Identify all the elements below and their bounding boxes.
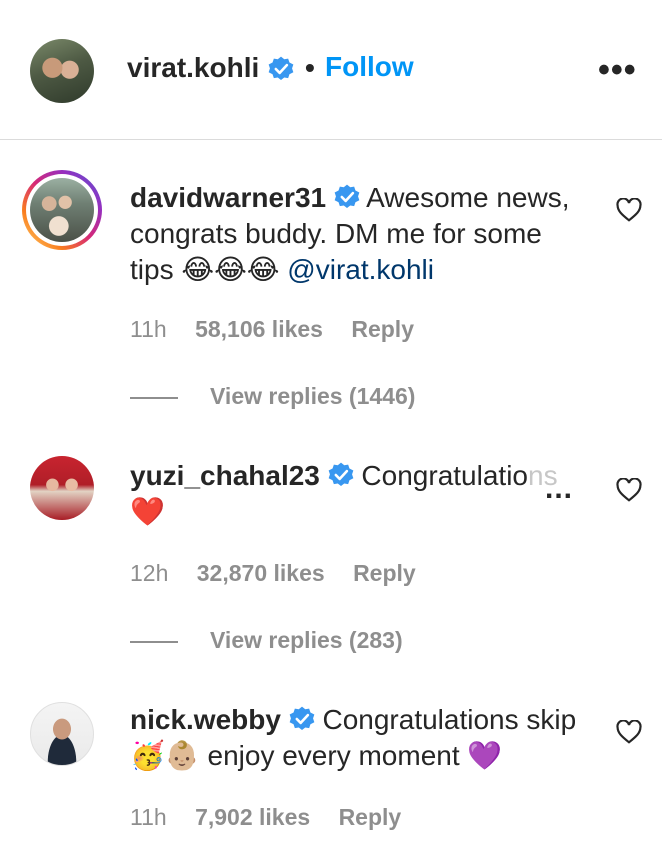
view-replies-button[interactable]: View replies (283)	[130, 627, 403, 654]
expand-comment-button[interactable]: ...	[545, 472, 573, 506]
like-heart-icon[interactable]	[616, 478, 642, 502]
comment-text: davidwarner31 Awesome news, congrats bud…	[130, 180, 580, 288]
comment-time: 11h	[130, 316, 167, 342]
likes-count[interactable]: 7,902 likes	[195, 804, 310, 830]
commenter-avatar[interactable]	[30, 456, 94, 520]
verified-badge-icon	[268, 56, 294, 81]
mention-link[interactable]: @virat.kohli	[287, 254, 434, 285]
post-header: virat.kohli • Follow •••	[0, 0, 662, 140]
author-avatar[interactable]	[30, 39, 94, 103]
author-username[interactable]: virat.kohli	[127, 52, 259, 84]
reply-button[interactable]: Reply	[339, 804, 402, 830]
purple-heart-emoji: 💜	[467, 739, 503, 772]
verified-badge-icon	[289, 706, 315, 731]
laughing-emoji: 😂😂😂	[181, 253, 280, 286]
comment-time: 12h	[130, 560, 169, 586]
comment-body: Congratulations skip	[314, 704, 577, 735]
replies-divider	[130, 640, 178, 643]
party-baby-emoji: 🥳👶🏼	[130, 739, 200, 772]
verified-badge-icon	[328, 462, 354, 487]
comment-body-cont: enjoy every moment	[199, 740, 468, 771]
likes-count[interactable]: 32,870 likes	[197, 560, 325, 586]
more-options-icon[interactable]: •••	[598, 53, 637, 87]
commenter-username[interactable]: nick.webby	[130, 704, 281, 735]
commenter-avatar[interactable]	[30, 702, 94, 766]
view-replies-button[interactable]: View replies (1446)	[130, 383, 415, 410]
comment-meta: 12h 32,870 likes Reply	[130, 560, 438, 587]
view-replies-label: View replies (1446)	[210, 383, 416, 409]
reply-button[interactable]: Reply	[353, 560, 416, 586]
like-heart-icon[interactable]	[616, 720, 642, 744]
red-heart-emoji: ❤️	[130, 495, 165, 528]
comment-meta: 11h 58,106 likes Reply	[130, 316, 436, 343]
comment-body: Congratulatio	[353, 460, 528, 491]
commenter-username[interactable]: davidwarner31	[130, 182, 326, 213]
verified-badge-icon	[334, 184, 360, 209]
comment-text: yuzi_chahal23 Congratulations ❤️	[130, 458, 580, 530]
reply-button[interactable]: Reply	[351, 316, 414, 342]
comment-text: nick.webby Congratulations skip 🥳👶🏼 enjo…	[130, 702, 580, 774]
comment-meta: 11h 7,902 likes Reply	[130, 804, 423, 831]
view-replies-label: View replies (283)	[210, 627, 403, 653]
follow-button[interactable]: Follow	[325, 51, 414, 83]
likes-count[interactable]: 58,106 likes	[195, 316, 323, 342]
separator-dot: •	[305, 52, 315, 83]
replies-divider	[130, 396, 178, 399]
commenter-avatar[interactable]	[30, 178, 94, 242]
like-heart-icon[interactable]	[616, 198, 642, 222]
commenter-username[interactable]: yuzi_chahal23	[130, 460, 320, 491]
comment-time: 11h	[130, 804, 167, 830]
